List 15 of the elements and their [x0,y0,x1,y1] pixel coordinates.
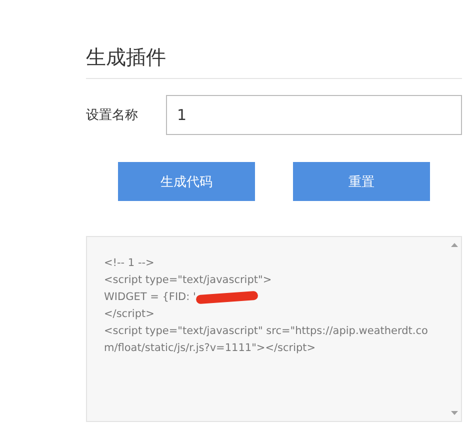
code-output-box[interactable]: <!-- 1 --> <script type="text/javascript"> WIDGET = {FID: ' </script> <script type="text/javascript" src="https://apip.weatherdt.co m/float/static/js/r.js?v=1111"></script> [86,236,462,422]
action-button[interactable]: 生成代码 [118,162,255,201]
name-input-field[interactable]: 1 [166,95,462,135]
scroll-down-icon[interactable] [450,411,458,415]
code-line: </script> [104,307,154,322]
code-line: m/float/static/js/r.js?v=1111"></script> [104,341,316,356]
action-button[interactable]: 重置 [293,162,430,201]
code-line: <!-- 1 --> [104,256,154,271]
code-line: WIDGET = {FID: ' [104,290,196,305]
page-title: 生成插件 [86,44,167,71]
code-line: <script type="text/javascript"> [104,273,272,288]
scroll-up-icon[interactable] [450,243,458,247]
redaction-mark [196,290,258,304]
field-label: 设置名称 [86,107,139,124]
code-line: <script type="text/javascript" src="https://apip.weatherdt.co [104,324,428,339]
